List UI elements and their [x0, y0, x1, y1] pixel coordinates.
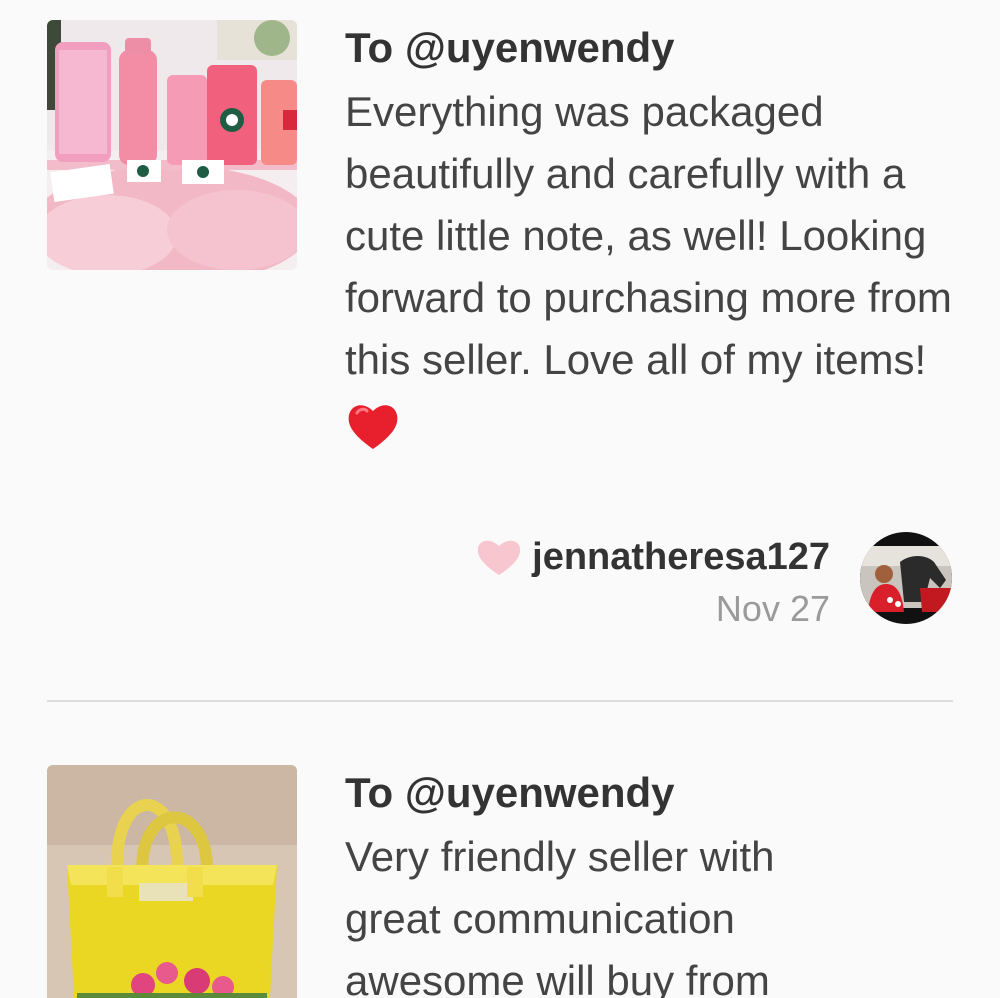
review-thumbnail[interactable]: [47, 20, 297, 270]
yellow-tote-bag-photo: [47, 765, 297, 998]
review-author: jennatheresa127 Nov 27: [392, 532, 952, 632]
review-thumbnail[interactable]: [47, 765, 297, 998]
review-card: To @uyenwendy Everything was packaged be…: [0, 20, 1000, 680]
review-content: To @uyenwendy Very friendly seller with …: [345, 767, 975, 998]
review-recipient: To @uyenwendy: [345, 24, 675, 71]
heart-icon[interactable]: [476, 537, 522, 577]
author-meta: jennatheresa127 Nov 27: [476, 532, 830, 632]
review-card: To @uyenwendy Very friendly seller with …: [0, 765, 1000, 998]
reviews-page: To @uyenwendy Everything was packaged be…: [0, 0, 1000, 998]
red-heart-icon: [348, 405, 398, 449]
review-text: Very friendly seller with great communic…: [345, 833, 775, 998]
avatar[interactable]: [860, 532, 952, 624]
review-divider: [47, 700, 953, 702]
review-content: To @uyenwendy Everything was packaged be…: [345, 22, 975, 455]
pink-tumblers-photo: [47, 20, 297, 270]
review-text: Everything was packaged beautifully and …: [345, 88, 952, 383]
user-avatar-photo: [860, 532, 952, 624]
author-username[interactable]: jennatheresa127: [532, 536, 830, 579]
review-date: Nov 27: [715, 588, 830, 629]
review-recipient: To @uyenwendy: [345, 769, 675, 816]
author-line: jennatheresa127: [476, 532, 830, 582]
